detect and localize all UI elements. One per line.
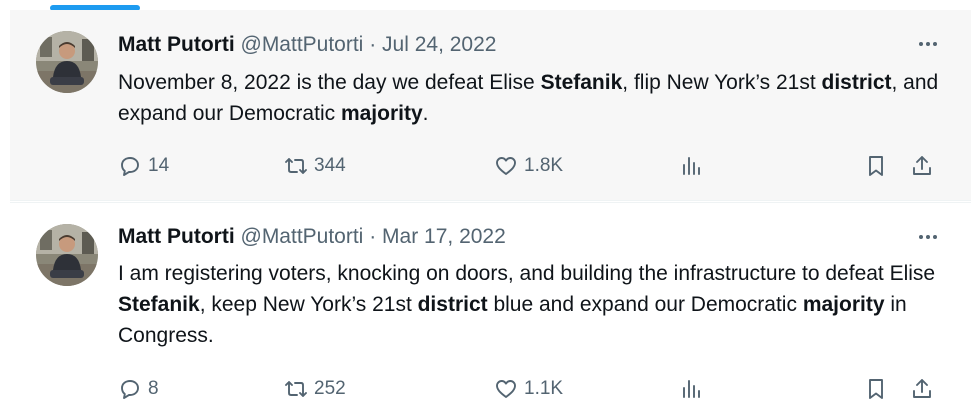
tweet-actions: 8 252 1.1K <box>118 376 941 402</box>
views-icon <box>683 157 700 175</box>
more-icon[interactable] <box>917 34 939 54</box>
views-button[interactable] <box>679 376 703 402</box>
tweet-text: November 8, 2022 is the day we defeat El… <box>118 67 958 129</box>
tweet[interactable]: Matt Putorti @MattPutorti · Mar 17, 2022… <box>10 202 971 414</box>
like-button[interactable]: 1.8K <box>494 153 563 179</box>
share-icon <box>913 379 931 398</box>
tweet-header: Matt Putorti @MattPutorti · Jul 24, 2022 <box>118 32 496 58</box>
avatar[interactable] <box>36 31 98 93</box>
text-segment: . <box>422 102 429 125</box>
share-icon <box>913 156 931 175</box>
retweet-icon <box>285 158 307 174</box>
highlighted-keyword: majority <box>340 102 423 125</box>
highlighted-keyword: district <box>417 293 488 316</box>
reply-icon <box>121 157 139 176</box>
tweet-text: I am registering voters, knocking on doo… <box>118 258 958 351</box>
author-name[interactable]: Matt Putorti <box>118 225 235 248</box>
text-segment: , keep New York’s 21st <box>199 293 418 316</box>
bookmark-button[interactable] <box>864 376 888 402</box>
reply-icon <box>121 380 139 399</box>
share-button[interactable] <box>910 376 934 402</box>
tweet-date[interactable]: Mar 17, 2022 <box>382 225 506 248</box>
author-handle[interactable]: @MattPutorti <box>241 225 364 248</box>
author-name[interactable]: Matt Putorti <box>118 33 235 56</box>
retweet-icon <box>285 381 307 397</box>
like-icon <box>496 380 516 398</box>
separator: · <box>369 225 377 248</box>
tweet-header: Matt Putorti @MattPutorti · Mar 17, 2022 <box>118 224 506 250</box>
retweet-button[interactable]: 252 <box>284 376 346 402</box>
highlighted-keyword: majority <box>802 293 885 316</box>
more-icon[interactable] <box>917 227 939 247</box>
text-segment: November 8, 2022 is the day we defeat El… <box>118 71 541 94</box>
reply-count: 8 <box>148 378 159 399</box>
author-handle[interactable]: @MattPutorti <box>241 33 364 56</box>
like-icon <box>496 157 516 175</box>
text-segment: I am registering voters, knocking on doo… <box>118 262 936 285</box>
highlighted-keyword: Stefanik <box>540 71 623 94</box>
avatar[interactable] <box>36 224 98 286</box>
like-count: 1.8K <box>524 155 564 176</box>
tweet-date[interactable]: Jul 24, 2022 <box>382 33 496 56</box>
tweet-actions: 14 344 1.8K <box>118 153 941 179</box>
bookmark-icon <box>869 379 883 399</box>
text-segment: , flip New York’s 21st <box>622 71 822 94</box>
views-icon <box>683 380 700 398</box>
bookmark-button[interactable] <box>864 153 888 179</box>
bookmark-icon <box>869 156 883 176</box>
tweet[interactable]: Matt Putorti @MattPutorti · Jul 24, 2022… <box>10 10 971 201</box>
retweet-button[interactable]: 344 <box>284 153 346 179</box>
like-button[interactable]: 1.1K <box>494 376 563 402</box>
highlighted-keyword: Stefanik <box>118 293 200 316</box>
retweet-count: 252 <box>314 378 346 399</box>
separator: · <box>369 33 377 56</box>
share-button[interactable] <box>910 153 934 179</box>
like-count: 1.1K <box>524 378 564 399</box>
retweet-count: 344 <box>314 155 346 176</box>
text-segment: blue and expand our Democratic <box>487 293 803 316</box>
reply-button[interactable]: 14 <box>118 153 169 179</box>
reply-count: 14 <box>148 155 170 176</box>
highlighted-keyword: district <box>821 71 892 94</box>
reply-button[interactable]: 8 <box>118 376 159 402</box>
views-button[interactable] <box>679 153 703 179</box>
